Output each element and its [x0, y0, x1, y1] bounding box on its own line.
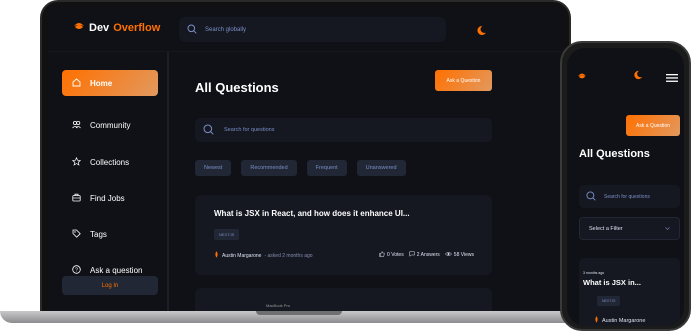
question-title[interactable]: What is JSX in... — [583, 278, 641, 287]
asked-time: 3 months ago — [583, 271, 605, 275]
like-icon — [379, 251, 385, 259]
search-placeholder: Search for questions — [604, 193, 650, 200]
views-count: 58 Views — [453, 252, 474, 258]
search-placeholder: Search for questions — [224, 127, 275, 133]
search-icon — [187, 24, 197, 36]
question-meta: Austin Margarone - asked 2 months ago — [214, 251, 313, 260]
logo[interactable]: Dev Overflow — [73, 21, 160, 34]
question-icon: ? — [72, 264, 81, 276]
logo-icon[interactable] — [577, 67, 587, 85]
votes-stat: 0 Votes — [379, 251, 404, 259]
eye-icon — [444, 251, 452, 259]
filter-select[interactable]: Select a Filter — [579, 217, 680, 240]
laptop-brand-label: MacBook Pro — [266, 303, 291, 308]
sidebar-item-tags[interactable]: Tags — [62, 221, 158, 247]
left-sidebar: Home Community Collections Find Jobs Tag… — [49, 52, 169, 313]
logo-icon — [73, 21, 85, 34]
question-stats: 0 Votes 2 Answers 58 Views — [379, 251, 474, 259]
avatar — [214, 251, 219, 260]
chevron-down-icon — [665, 226, 670, 232]
sidebar-item-home[interactable]: Home — [62, 70, 158, 96]
question-title[interactable]: What is JSX in React, and how does it en… — [214, 209, 410, 218]
question-card[interactable] — [195, 288, 492, 313]
filter-frequent[interactable]: Frequent — [306, 160, 347, 176]
filter-unanswered[interactable]: Unanswered — [356, 160, 406, 176]
device-mockup: Dev Overflow Search globally Home Commun… — [0, 0, 695, 331]
views-stat: 58 Views — [444, 251, 474, 259]
ask-question-button[interactable]: Ask a Question — [626, 115, 680, 136]
phone-frame: Ask a Question All Questions Search for … — [560, 41, 691, 331]
sidebar-item-label: Home — [90, 78, 113, 88]
sidebar-item-label: Tags — [90, 229, 107, 239]
answers-count: 2 Answers — [416, 252, 440, 258]
hamburger-menu-icon[interactable] — [666, 69, 678, 87]
logo-text-accent: Overflow — [113, 21, 161, 34]
filter-recommended[interactable]: Recommended — [241, 160, 297, 176]
sidebar-item-community[interactable]: Community — [62, 112, 158, 138]
ask-question-button[interactable]: Ask a Question — [435, 70, 492, 91]
page-title: All Questions — [195, 80, 279, 95]
global-search-input[interactable]: Search globally — [179, 17, 446, 42]
mobile-header — [567, 48, 684, 93]
login-button[interactable]: Log In — [62, 276, 158, 295]
home-icon — [72, 77, 81, 89]
filter-newest[interactable]: Newest — [195, 160, 232, 176]
sidebar-item-find-jobs[interactable]: Find Jobs — [62, 185, 158, 211]
sidebar-item-label: Find Jobs — [90, 193, 125, 203]
search-icon — [203, 124, 214, 137]
filter-tabs: Newest Recommended Frequent Unanswered — [195, 160, 406, 176]
search-placeholder: Search globally — [205, 26, 247, 33]
votes-count: 0 Votes — [387, 252, 404, 258]
sidebar-item-label: Ask a question — [90, 265, 143, 275]
sidebar-item-collections[interactable]: Collections — [62, 149, 158, 175]
laptop-screen: Dev Overflow Search globally Home Commun… — [49, 7, 562, 313]
tag-icon — [72, 229, 81, 240]
sidebar-item-label: Community — [90, 120, 131, 130]
asked-time: - asked 2 months ago — [264, 252, 313, 259]
question-tag[interactable]: NEXTJS — [214, 229, 240, 240]
laptop-notch — [256, 311, 342, 315]
app-header: Dev Overflow Search globally — [49, 7, 562, 52]
avatar — [594, 316, 599, 325]
question-card[interactable]: What is JSX in React, and how does it en… — [195, 195, 492, 275]
users-icon — [72, 120, 81, 131]
filter-select-label: Select a Filter — [589, 225, 623, 232]
answers-stat: 2 Answers — [408, 251, 440, 259]
question-tag[interactable]: NEXTJS — [597, 296, 621, 306]
star-icon — [71, 156, 82, 168]
sidebar-item-label: Collections — [90, 157, 130, 167]
briefcase-icon — [72, 193, 81, 204]
page-title: All Questions — [579, 148, 650, 160]
author-name[interactable]: Austin Margarone — [602, 318, 645, 324]
moon-icon[interactable] — [476, 23, 487, 41]
question-meta: Austin Margarone — [594, 316, 645, 325]
search-icon — [586, 190, 596, 203]
logo-text: Dev — [89, 21, 110, 34]
message-icon — [408, 251, 415, 259]
svg-text:?: ? — [75, 267, 78, 273]
question-search-input[interactable]: Search for questions — [195, 118, 492, 142]
author-name[interactable]: Austin Margarone — [222, 253, 261, 259]
main-content: All Questions Ask a Question Search for … — [171, 52, 562, 313]
moon-icon[interactable] — [633, 67, 643, 85]
phone-screen: Ask a Question All Questions Search for … — [567, 48, 684, 326]
question-search-input[interactable]: Search for questions — [579, 185, 680, 208]
